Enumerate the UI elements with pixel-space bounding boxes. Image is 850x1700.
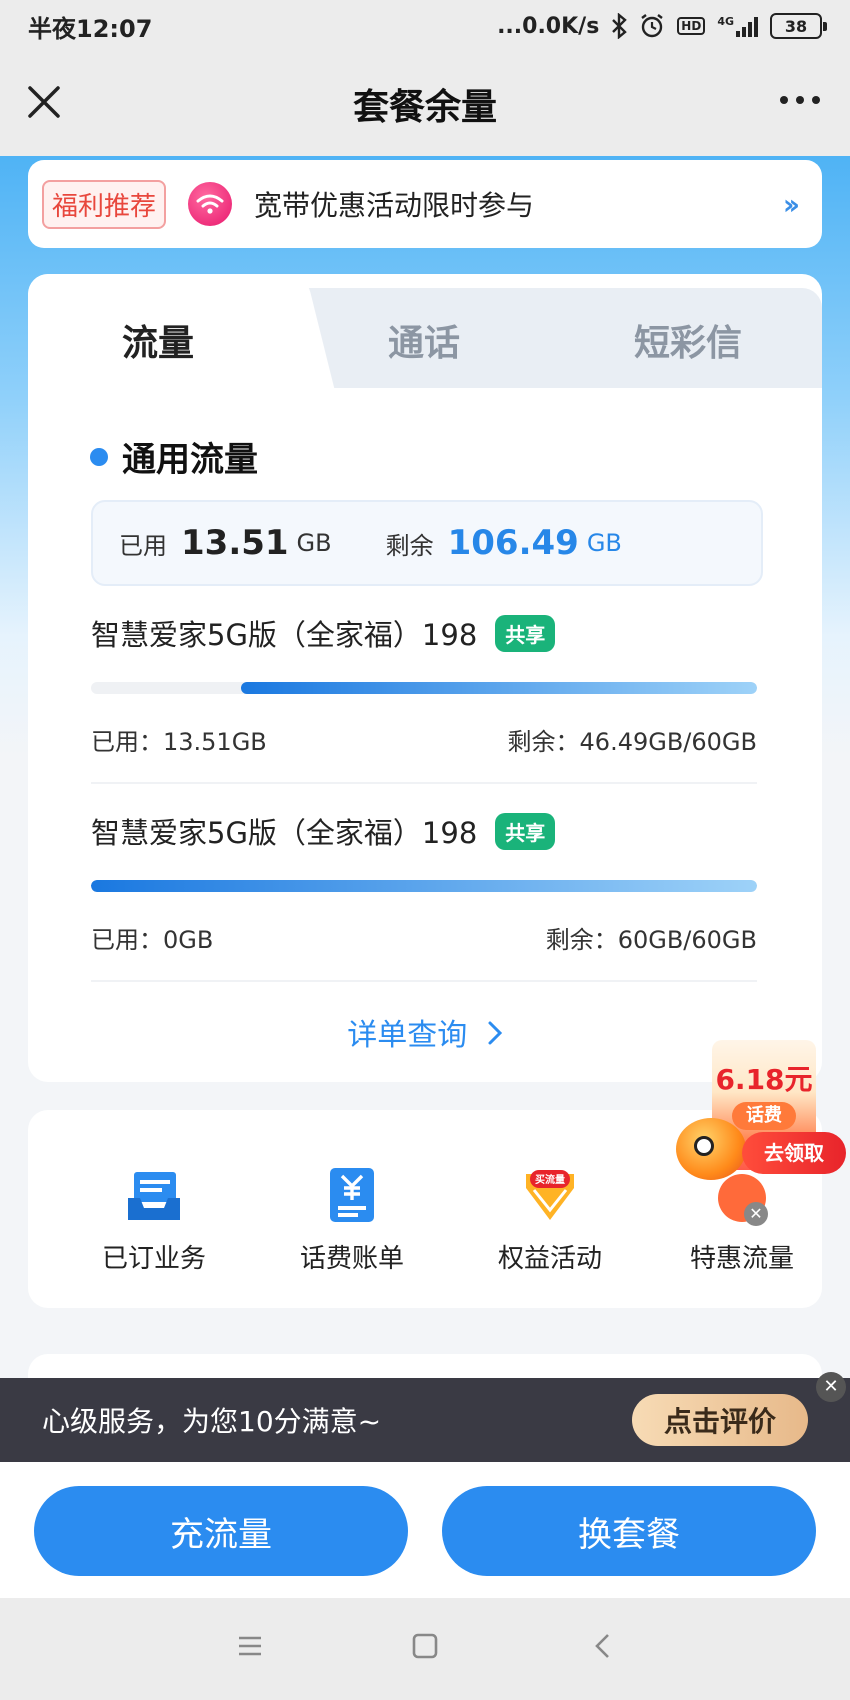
service-subscriptions[interactable]: 已订业务 [64, 1162, 244, 1275]
chevron-right-icon [487, 1019, 503, 1054]
close-icon[interactable]: ✕ [744, 1202, 768, 1226]
tab-sms[interactable]: 短彩信 [634, 314, 742, 366]
feedback-text: 心级服务，为您10分满意~ [42, 1405, 382, 1438]
remaining-unit: GB [586, 529, 622, 557]
more-icon[interactable] [780, 96, 820, 104]
tab-data[interactable]: 流量 [122, 314, 194, 366]
plan-used: 已用：0GB [91, 926, 214, 954]
system-nav-bar [0, 1598, 850, 1700]
close-icon[interactable]: ✕ [816, 1372, 846, 1402]
usage-progress-bar [91, 880, 757, 892]
back-icon[interactable] [592, 1632, 612, 1664]
promo-banner[interactable]: 福利推荐 宽带优惠活动限时参与 ›› [28, 160, 822, 248]
remaining-label: 剩余 [385, 531, 434, 560]
wifi-icon [188, 182, 233, 226]
subscription-icon [64, 1162, 244, 1224]
detail-query-label: 详单查询 [347, 1018, 468, 1053]
promo-text: 宽带优惠活动限时参与 [254, 189, 535, 222]
service-label: 已订业务 [101, 1244, 206, 1274]
alarm-icon [639, 13, 665, 39]
promo-amount: 6.18元 [715, 1063, 813, 1096]
home-icon[interactable] [411, 1632, 439, 1664]
status-time: 半夜12:07 [28, 14, 153, 43]
close-icon[interactable] [24, 82, 64, 122]
shared-badge: 共享 [495, 614, 556, 652]
usage-card: 流量 通话 短彩信 通用流量 已用 13.51 GB 剩余 106.49 GB … [28, 274, 822, 1082]
section-title-text: 通用流量 [122, 440, 258, 480]
usage-tabs: 流量 通话 短彩信 [28, 274, 822, 388]
network-speed: ...0.0K/s [497, 13, 600, 39]
feedback-bar: 心级服务，为您10分满意~ 点击评价 ✕ [0, 1372, 850, 1462]
service-bill[interactable]: 话费账单 [262, 1162, 442, 1275]
rate-button[interactable]: 点击评价 [632, 1394, 808, 1446]
plan-remaining: 剩余：46.49GB/60GB [507, 728, 757, 756]
usage-summary: 已用 13.51 GB 剩余 106.49 GB [91, 500, 763, 586]
used-value: 13.51 [181, 523, 289, 563]
mascot-fish-icon [676, 1118, 746, 1180]
battery-icon: 38 [770, 13, 827, 39]
divider [91, 980, 757, 982]
remaining-value: 106.49 [447, 523, 579, 563]
page-title: 套餐余量 [352, 87, 497, 128]
change-plan-button[interactable]: 换套餐 [442, 1486, 816, 1576]
shared-badge: 共享 [495, 812, 556, 850]
service-label: 特惠流量 [689, 1244, 794, 1274]
divider [91, 782, 757, 784]
usage-progress-bar [91, 682, 757, 694]
plan-item: 智慧爱家5G版（全家福）198 共享 已用：0GB 剩余：60GB/60GB [91, 810, 757, 955]
usage-progress-fill [240, 682, 757, 694]
network-type: 4G [717, 15, 734, 28]
recharge-data-button[interactable]: 充流量 [34, 1486, 408, 1576]
promo-fee-label: 话费 [732, 1102, 796, 1130]
promo-claim-button[interactable]: 去领取 [742, 1132, 846, 1174]
menu-icon[interactable] [236, 1632, 264, 1664]
plan-remaining: 剩余：60GB/60GB [545, 926, 757, 954]
status-bar: 半夜12:07 ...0.0K/s HD 4G 38 [0, 0, 850, 52]
promo-tag: 福利推荐 [42, 179, 167, 229]
double-chevron-right-icon: ›› [782, 187, 800, 221]
used-unit: GB [296, 529, 332, 557]
plan-name: 智慧爱家5G版（全家福）198 [91, 618, 478, 652]
tab-calls[interactable]: 通话 [388, 314, 460, 366]
floating-promo[interactable]: 6.18元 话费 去领取 ✕ [676, 1040, 846, 1226]
hd-icon: HD [677, 17, 706, 35]
plan-name: 智慧爱家5G版（全家福）198 [91, 816, 478, 850]
rights-icon: 买流量 [460, 1162, 640, 1224]
rights-icon-text: 买流量 [535, 1173, 565, 1186]
plan-item: 智慧爱家5G版（全家福）198 共享 已用：13.51GB 剩余：46.49GB… [91, 612, 757, 757]
bill-icon [262, 1162, 442, 1224]
signal-icon: 4G [717, 15, 758, 37]
status-icons: ...0.0K/s HD 4G 38 [497, 13, 827, 39]
bullet-dot [90, 447, 108, 466]
service-label: 话费账单 [299, 1244, 404, 1274]
bottom-action-bar: 充流量 换套餐 [0, 1462, 850, 1598]
usage-progress-fill [91, 880, 757, 892]
bluetooth-icon [611, 13, 628, 39]
service-rights[interactable]: 买流量 权益活动 [460, 1162, 640, 1275]
battery-level: 38 [784, 16, 808, 36]
section-title: 通用流量 [90, 432, 258, 481]
service-label: 权益活动 [497, 1244, 602, 1274]
plan-used: 已用：13.51GB [91, 728, 267, 756]
nav-bar: 套餐余量 [0, 52, 850, 156]
used-label: 已用 [119, 531, 167, 560]
